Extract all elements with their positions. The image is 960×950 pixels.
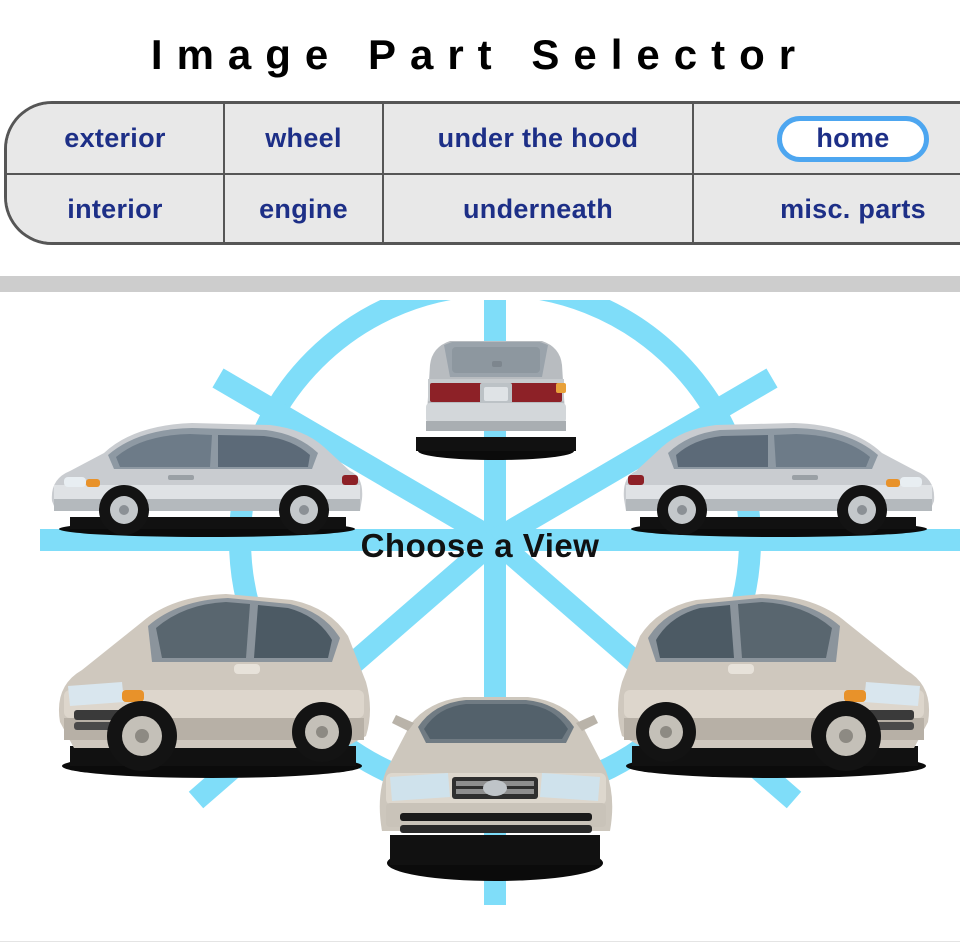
nav-item-label-exterior: exterior <box>64 123 166 153</box>
active-nav-pill[interactable]: home <box>777 115 929 162</box>
car-view-rear-right-side[interactable] <box>614 413 944 538</box>
car-view-rear-left-side[interactable] <box>42 413 372 538</box>
bottom-rule <box>0 941 960 942</box>
nav-cell-wheel[interactable]: wheel <box>223 104 384 175</box>
car-view-rear[interactable] <box>392 325 600 460</box>
nav-item-label-misc-parts: misc. parts <box>780 194 926 224</box>
nav-cell-underneath[interactable]: underneath <box>382 173 694 242</box>
nav-item-label-home: home <box>816 122 890 153</box>
nav-item-label-underneath: underneath <box>462 194 613 224</box>
nav-row: interior engine underneath misc. parts <box>7 173 960 242</box>
nav-row: exterior wheel under the hood home <box>7 104 960 175</box>
nav-cell-under-the-hood[interactable]: under the hood <box>382 104 694 175</box>
nav-item-label-under-the-hood: under the hood <box>437 123 639 153</box>
section-divider-bar <box>0 276 960 292</box>
page-title: Image Part Selector <box>150 31 810 78</box>
center-instruction-label: Choose a View <box>360 527 600 564</box>
car-view-front[interactable] <box>352 685 638 885</box>
nav-cell-engine[interactable]: engine <box>223 173 384 242</box>
nav-cell-exterior[interactable]: exterior <box>7 104 225 175</box>
car-view-front-left-three-quarter[interactable] <box>44 570 384 785</box>
nav-item-label-engine: engine <box>259 194 348 224</box>
nav-item-label-wheel: wheel <box>265 123 342 153</box>
nav-cell-interior[interactable]: interior <box>7 173 225 242</box>
nav-table: exterior wheel under the hood home inter… <box>7 104 960 242</box>
view-selector-diagram: Choose a View <box>0 300 960 950</box>
part-category-nav: exterior wheel under the hood home inter… <box>4 101 960 245</box>
nav-cell-home[interactable]: home <box>692 104 960 175</box>
car-view-front-right-three-quarter[interactable] <box>604 570 944 785</box>
nav-cell-misc-parts[interactable]: misc. parts <box>692 173 960 242</box>
nav-item-label-interior: interior <box>67 194 163 224</box>
